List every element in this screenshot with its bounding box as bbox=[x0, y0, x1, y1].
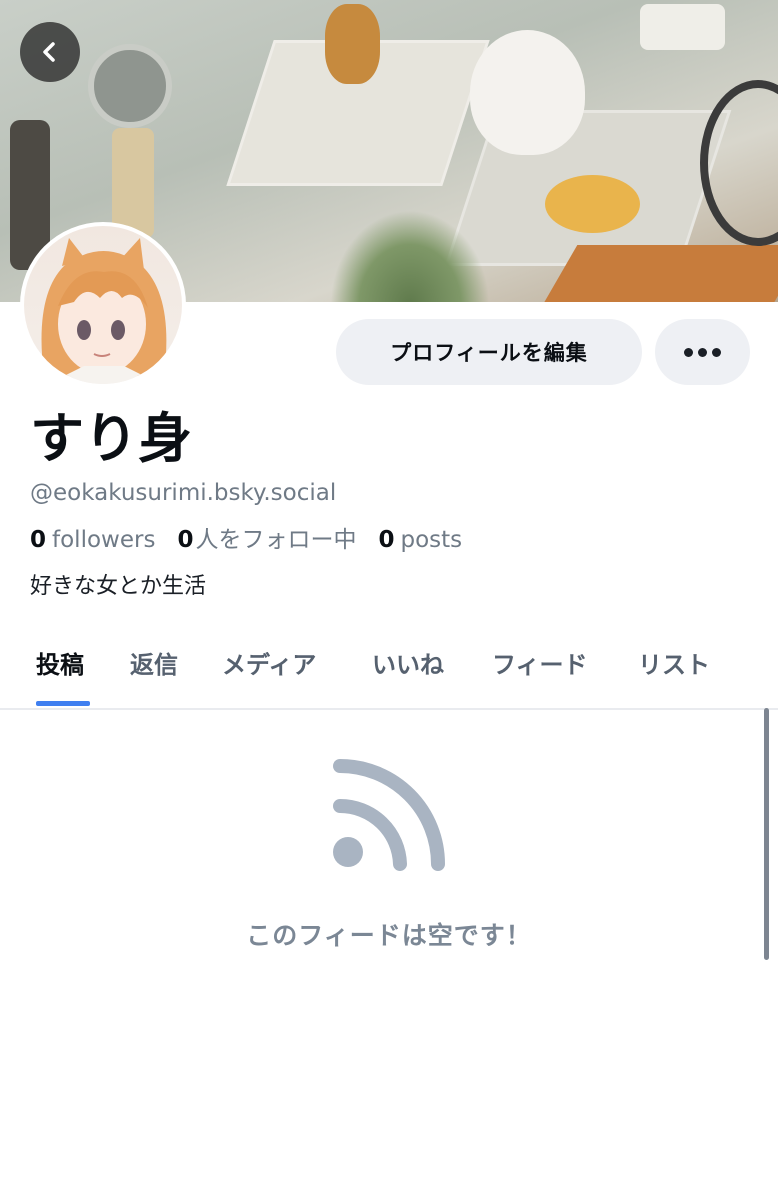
banner-art bbox=[545, 175, 640, 233]
active-tab-indicator bbox=[36, 701, 90, 706]
profile-handle: @eokakusurimi.bsky.social bbox=[30, 480, 337, 506]
profile-stats: 0 followers 0人をフォロー中 0 posts bbox=[30, 525, 462, 555]
followers-count: 0 bbox=[30, 527, 47, 553]
following-count: 0 bbox=[177, 527, 194, 553]
banner-art bbox=[325, 4, 380, 84]
banner-art bbox=[700, 80, 778, 246]
banner-art bbox=[470, 30, 585, 155]
banner-art bbox=[542, 245, 778, 302]
posts-label: posts bbox=[400, 527, 463, 553]
followers-stat[interactable]: 0 followers bbox=[30, 525, 155, 555]
avatar-image bbox=[24, 226, 182, 384]
tab-lists[interactable]: リスト bbox=[638, 648, 710, 682]
tab-feeds[interactable]: フィード bbox=[492, 648, 588, 682]
banner-art bbox=[640, 4, 725, 50]
edit-profile-button[interactable]: プロフィールを編集 bbox=[336, 319, 642, 385]
following-stat[interactable]: 0人をフォロー中 bbox=[177, 525, 356, 555]
chevron-left-icon bbox=[38, 40, 62, 64]
tab-likes[interactable]: いいね bbox=[372, 648, 444, 682]
followers-label: followers bbox=[52, 527, 156, 553]
display-name: すり身 bbox=[30, 407, 192, 470]
avatar[interactable] bbox=[20, 222, 186, 388]
banner-art bbox=[112, 128, 154, 238]
banner-art bbox=[330, 210, 490, 302]
empty-feed-message: このフィードは空です！ bbox=[246, 921, 532, 950]
following-label: 人をフォロー中 bbox=[195, 527, 357, 553]
more-options-button[interactable] bbox=[655, 319, 750, 385]
tab-media[interactable]: メディア bbox=[222, 648, 316, 682]
posts-count: 0 bbox=[378, 527, 395, 553]
profile-tabs: 投稿 返信 メディア いいね フィード リスト bbox=[0, 630, 778, 710]
profile-bio: 好きな女とか生活 bbox=[30, 574, 207, 599]
back-button[interactable] bbox=[20, 22, 80, 82]
more-horizontal-icon bbox=[684, 347, 721, 357]
tab-posts[interactable]: 投稿 bbox=[36, 648, 84, 682]
posts-stat: 0 posts bbox=[378, 525, 462, 555]
tab-replies[interactable]: 返信 bbox=[130, 648, 178, 682]
rss-feed-icon bbox=[330, 756, 448, 874]
banner-art bbox=[88, 44, 172, 128]
